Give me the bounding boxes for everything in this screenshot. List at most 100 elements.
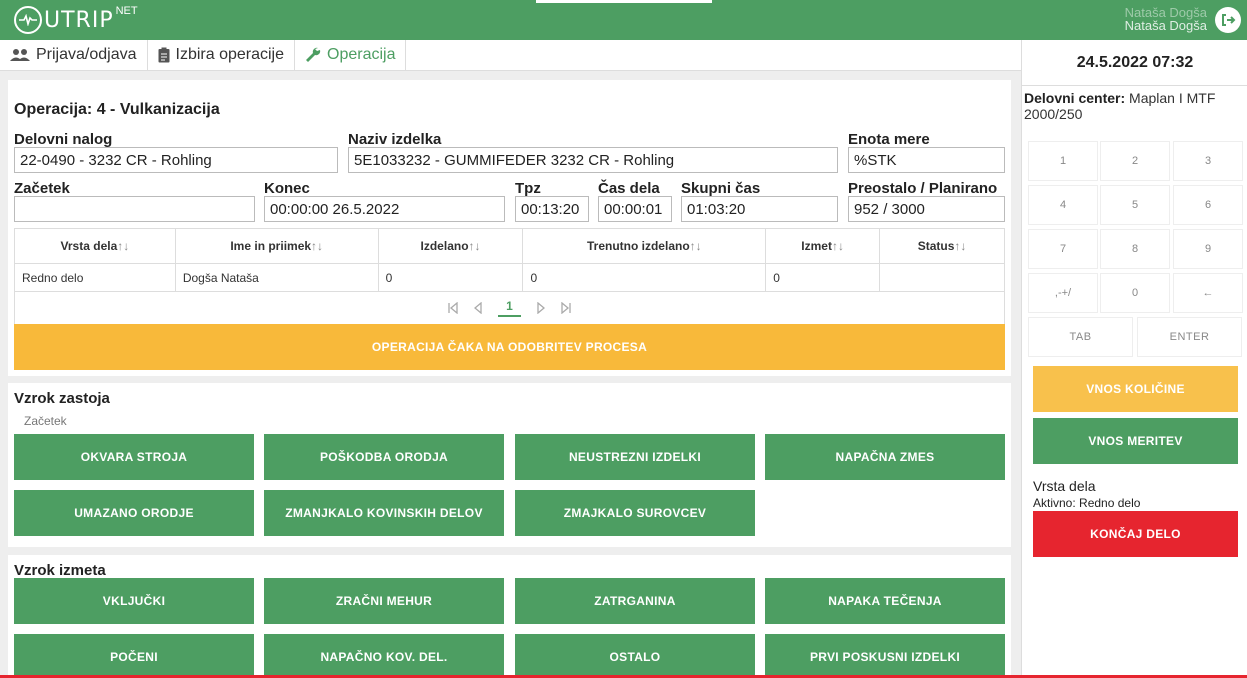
keypad-tab-key[interactable]: TAB xyxy=(1028,317,1133,357)
label-tpz: Tpz xyxy=(515,180,541,197)
keypad-key-symbols[interactable]: ,-+/ xyxy=(1028,273,1098,313)
remaining-field[interactable]: 952 / 3000 xyxy=(848,196,1005,222)
next-page-icon[interactable] xyxy=(537,302,545,314)
enter-measurements-button[interactable]: VNOS MERITEV xyxy=(1033,418,1238,464)
col-status[interactable]: Status↑↓ xyxy=(879,228,1005,264)
datetime-divider xyxy=(1022,85,1247,86)
table-row[interactable]: Redno delo Dogša Nataša 0 0 0 xyxy=(14,263,1005,292)
heartbeat-icon xyxy=(14,6,42,34)
col-scrap[interactable]: Izmet↑↓ xyxy=(765,228,881,264)
label-work-time: Čas dela xyxy=(598,180,660,197)
label-remaining: Preostalo / Planirano xyxy=(848,180,998,197)
downtime-button-machine-failure[interactable]: OKVARA STROJA xyxy=(14,434,254,480)
product-field[interactable]: 5E1033232 - GUMMIFEDER 3232 CR - Rohling xyxy=(348,147,838,173)
operation-card: Operacija: 4 - Vulkanizacija Delovni nal… xyxy=(8,80,1011,376)
last-page-icon[interactable] xyxy=(561,302,571,314)
logo-sup: NET xyxy=(115,5,138,17)
keypad-key-0[interactable]: 0 xyxy=(1100,273,1170,313)
scrap-button-tear[interactable]: ZATRGANINA xyxy=(515,578,755,624)
enter-quantity-button[interactable]: VNOS KOLIČINE xyxy=(1033,366,1238,412)
downtime-card: Vzrok zastoja Začetek OKVARA STROJA POŠK… xyxy=(8,383,1011,547)
sort-icon: ↑↓ xyxy=(468,239,481,253)
tpz-field[interactable]: 00:13:20 xyxy=(515,196,589,222)
label-product: Naziv izdelka xyxy=(348,131,442,148)
label-unit: Enota mere xyxy=(848,131,930,148)
keypad-key-9[interactable]: 9 xyxy=(1173,229,1243,269)
tab-login-label: Prijava/odjava xyxy=(36,46,137,63)
main-area: Operacija: 4 - Vulkanizacija Delovni nal… xyxy=(0,71,1021,678)
label-total-time: Skupni čas xyxy=(681,180,761,197)
clipboard-icon xyxy=(158,47,169,63)
start-field[interactable] xyxy=(14,196,255,222)
total-time-field[interactable]: 01:03:20 xyxy=(681,196,838,222)
app-logo: UTRIP NET xyxy=(14,5,138,34)
downtime-button-tool-damage[interactable]: POŠKODBA ORODJA xyxy=(264,434,504,480)
scrap-title: Vzrok izmeta xyxy=(14,562,106,579)
unit-field[interactable]: %STK xyxy=(848,147,1005,173)
finish-work-button[interactable]: KONČAJ DELO xyxy=(1033,511,1238,557)
scrap-button-other[interactable]: OSTALO xyxy=(515,634,755,678)
user-name-line2: Nataša Dogša xyxy=(1124,18,1207,33)
col-work-type[interactable]: Vrsta dela↑↓ xyxy=(14,228,176,264)
active-value: Redno delo xyxy=(1079,496,1141,510)
work-type-active: Aktivno: Redno delo xyxy=(1033,496,1140,510)
scrap-button-flow-defect[interactable]: NAPAKA TEČENJA xyxy=(765,578,1005,624)
downtime-button-defective-products[interactable]: NEUSTREZNI IZDELKI xyxy=(515,434,755,480)
active-label: Aktivno: xyxy=(1033,496,1076,510)
keypad-key-5[interactable]: 5 xyxy=(1100,185,1170,225)
nav-tabs: Prijava/odjava Izbira operacije Operacij… xyxy=(0,40,1021,71)
col-current-produced[interactable]: Trenutno izdelano↑↓ xyxy=(522,228,767,264)
keypad-key-4[interactable]: 4 xyxy=(1028,185,1098,225)
logout-button[interactable] xyxy=(1215,7,1241,33)
col-name[interactable]: Ime in priimek↑↓ xyxy=(174,228,379,264)
current-datetime: 24.5.2022 07:32 xyxy=(1076,54,1194,71)
downtime-button-missing-metal-parts[interactable]: ZMANJKALO KOVINSKIH DELOV xyxy=(264,490,504,536)
keypad-key-1[interactable]: 1 xyxy=(1028,141,1098,181)
keypad-key-3[interactable]: 3 xyxy=(1173,141,1243,181)
work-type-label: Vrsta dela xyxy=(1033,478,1096,494)
tab-select-operation[interactable]: Izbira operacije xyxy=(148,40,295,70)
downtime-button-missing-blanks[interactable]: ZMAJKALO SUROVCEV xyxy=(515,490,755,536)
scrap-button-inclusions[interactable]: VKLJUČKI xyxy=(14,578,254,624)
col-produced[interactable]: Izdelano↑↓ xyxy=(377,228,524,264)
scrap-button-wrong-metal-part[interactable]: NAPAČNO KOV. DEL. xyxy=(264,634,504,678)
tab-operation[interactable]: Operacija xyxy=(295,40,407,70)
right-panel: 24.5.2022 07:32 Delovni center: Maplan I… xyxy=(1021,40,1247,678)
scrap-button-cracked[interactable]: POČENI xyxy=(14,634,254,678)
work-time-field[interactable]: 00:00:01 xyxy=(598,196,672,222)
users-icon xyxy=(10,49,30,61)
sort-icon: ↑↓ xyxy=(831,239,844,253)
pager: 1 xyxy=(14,292,1005,324)
tab-operation-label: Operacija xyxy=(327,46,396,63)
logout-icon xyxy=(1222,14,1236,26)
cell-work-type: Redno delo xyxy=(14,263,176,292)
keypad-key-6[interactable]: 6 xyxy=(1173,185,1243,225)
keypad-backspace-key[interactable]: ← xyxy=(1173,273,1243,313)
keypad-key-8[interactable]: 8 xyxy=(1100,229,1170,269)
scrap-card: Vzrok izmeta VKLJUČKI ZRAČNI MEHUR ZATRG… xyxy=(8,555,1011,678)
top-bar: UTRIP NET Nataša Dogša Nataša Dogša xyxy=(0,0,1247,40)
status-warning-bar: OPERACIJA ČAKA NA ODOBRITEV PROCESA xyxy=(14,324,1005,370)
sort-icon: ↑↓ xyxy=(311,239,324,253)
downtime-title: Vzrok zastoja xyxy=(14,390,110,407)
first-page-icon[interactable] xyxy=(448,302,458,314)
keypad-key-7[interactable]: 7 xyxy=(1028,229,1098,269)
downtime-button-dirty-tool[interactable]: UMAZANO ORODJE xyxy=(14,490,254,536)
work-table: Vrsta dela↑↓ Ime in priimek↑↓ Izdelano↑↓… xyxy=(14,228,1005,292)
label-work-order: Delovni nalog xyxy=(14,131,113,148)
tab-login[interactable]: Prijava/odjava xyxy=(0,40,148,70)
current-page[interactable]: 1 xyxy=(498,299,521,317)
keypad-enter-key[interactable]: ENTER xyxy=(1137,317,1242,357)
label-end: Konec xyxy=(264,180,310,197)
cell-current-produced: 0 xyxy=(522,263,767,292)
keypad-key-2[interactable]: 2 xyxy=(1100,141,1170,181)
sort-icon: ↑↓ xyxy=(954,239,967,253)
scrap-button-air-bubble[interactable]: ZRAČNI MEHUR xyxy=(264,578,504,624)
downtime-button-wrong-mix[interactable]: NAPAČNA ZMES xyxy=(765,434,1005,480)
logo-text: UTRIP xyxy=(44,7,114,33)
cell-scrap: 0 xyxy=(765,263,881,292)
work-order-field[interactable]: 22-0490 - 3232 CR - Rohling xyxy=(14,147,338,173)
scrap-button-first-trial-products[interactable]: PRVI POSKUSNI IZDELKI xyxy=(765,634,1005,678)
end-field[interactable]: 00:00:00 26.5.2022 xyxy=(264,196,505,222)
prev-page-icon[interactable] xyxy=(474,302,482,314)
